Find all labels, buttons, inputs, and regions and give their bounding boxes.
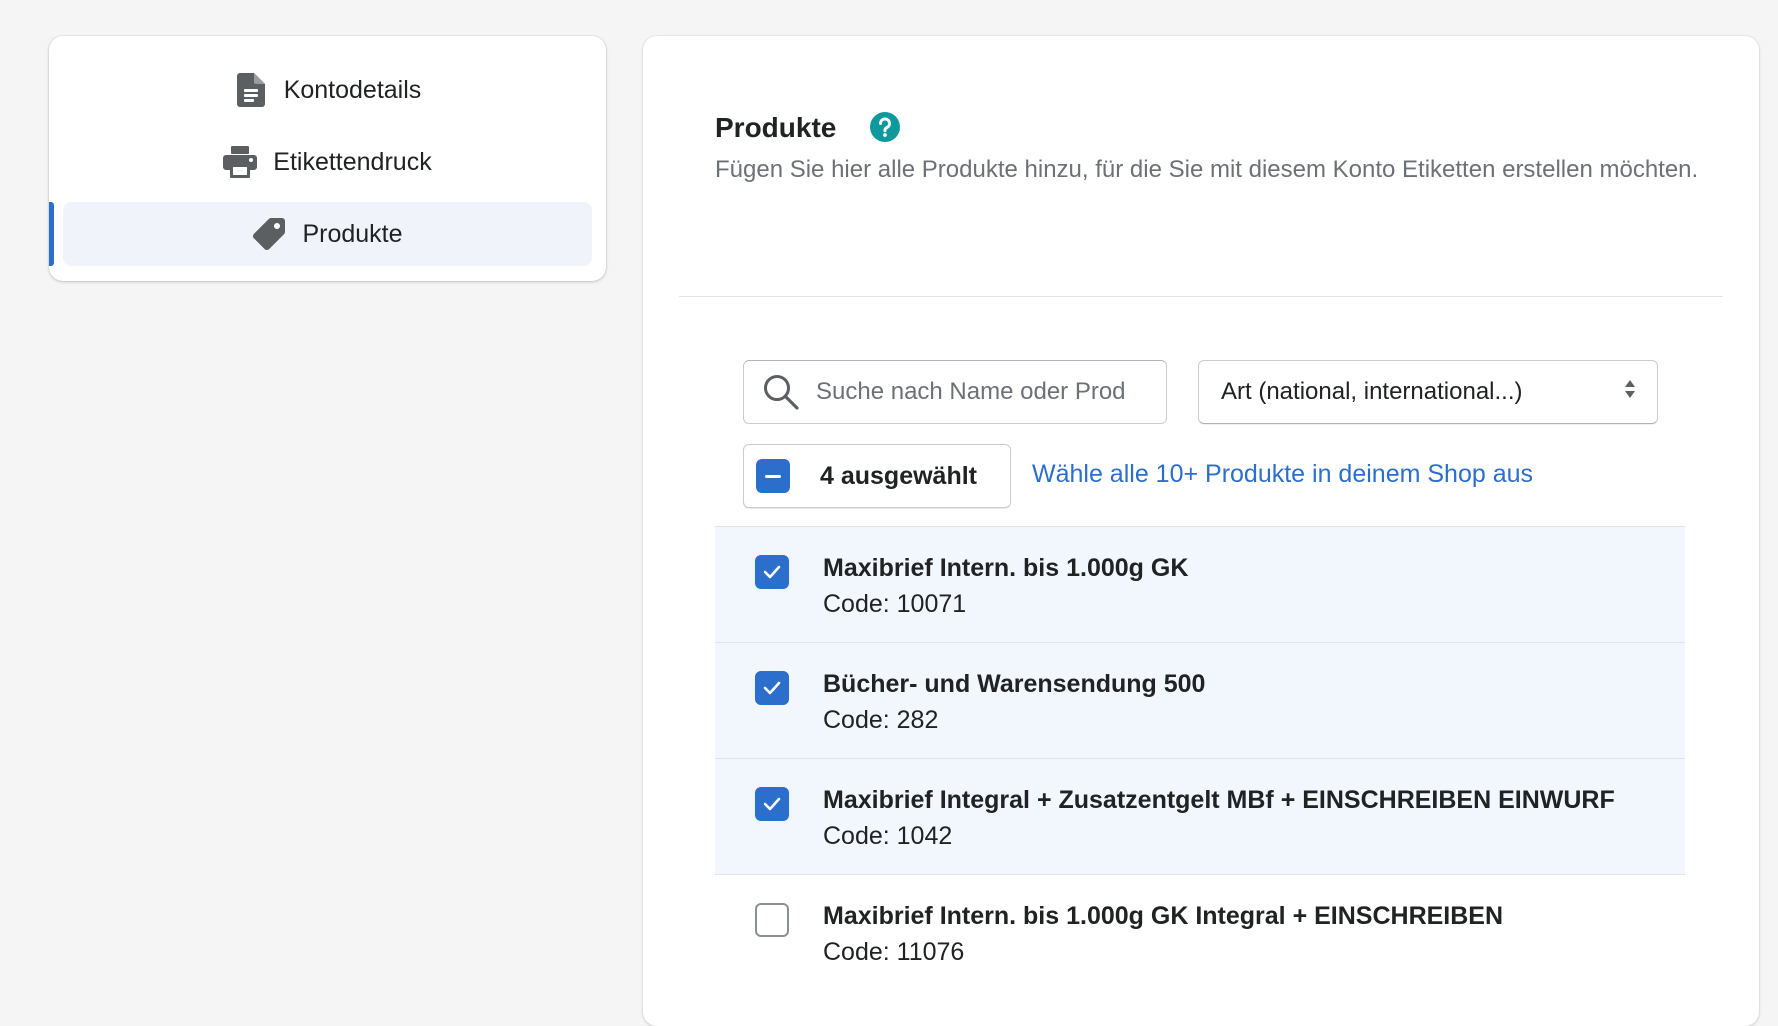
product-checkbox[interactable] bbox=[755, 787, 789, 821]
divider bbox=[679, 296, 1723, 297]
search-input[interactable] bbox=[814, 371, 1128, 413]
type-select-value: Art (national, international...) bbox=[1221, 378, 1523, 405]
product-row[interactable]: Maxibrief Intern. bis 1.000g GK Code: 10… bbox=[715, 526, 1685, 642]
product-code: Code: 11076 bbox=[823, 938, 965, 966]
nav-label: Produkte bbox=[302, 219, 403, 248]
product-name: Maxibrief Intern. bis 1.000g GK bbox=[823, 554, 1189, 582]
product-list: Maxibrief Intern. bis 1.000g GK Code: 10… bbox=[715, 526, 1685, 990]
product-checkbox[interactable] bbox=[755, 671, 789, 705]
settings-nav: Kontodetails Etikettendruck Produkte bbox=[49, 36, 606, 281]
bulk-select-button[interactable]: 4 ausgewählt bbox=[743, 444, 1011, 508]
search-icon bbox=[764, 375, 799, 410]
indeterminate-checkbox[interactable] bbox=[756, 459, 790, 493]
section-description: Fügen Sie hier alle Produkte hinzu, für … bbox=[715, 156, 1699, 183]
tag-icon bbox=[252, 217, 286, 251]
checkmark-icon bbox=[763, 797, 781, 811]
product-row[interactable]: Maxibrief Integral + Zusatzentgelt MBf +… bbox=[715, 758, 1685, 874]
select-arrows-icon bbox=[1623, 378, 1637, 407]
nav-item-produkte[interactable]: Produkte bbox=[63, 202, 592, 266]
nav-item-kontodetails[interactable]: Kontodetails bbox=[63, 58, 592, 122]
nav-label: Kontodetails bbox=[283, 75, 422, 104]
products-card: Produkte Fügen Sie hier alle Produkte hi… bbox=[643, 36, 1759, 1026]
nav-item-etikettendruck[interactable]: Etikettendruck bbox=[63, 130, 592, 194]
product-row[interactable]: Bücher- und Warensendung 500 Code: 282 bbox=[715, 642, 1685, 758]
product-code: Code: 10071 bbox=[823, 590, 967, 618]
search-field[interactable] bbox=[743, 360, 1167, 424]
product-code: Code: 282 bbox=[823, 706, 939, 734]
document-icon bbox=[234, 73, 268, 107]
select-all-link[interactable]: Wähle alle 10+ Produkte in deinem Shop a… bbox=[1032, 460, 1533, 489]
product-checkbox[interactable] bbox=[755, 903, 789, 937]
checkmark-icon bbox=[763, 565, 781, 579]
product-code: Code: 1042 bbox=[823, 822, 953, 850]
section-title: Produkte bbox=[715, 112, 837, 143]
type-select[interactable]: Art (national, international...) bbox=[1198, 360, 1658, 424]
product-name: Maxibrief Intern. bis 1.000g GK Integral… bbox=[823, 902, 1504, 930]
active-indicator bbox=[49, 202, 54, 266]
selected-count: 4 ausgewählt bbox=[820, 461, 977, 490]
product-name: Bücher- und Warensendung 500 bbox=[823, 670, 1206, 698]
product-checkbox[interactable] bbox=[755, 555, 789, 589]
question-circle-icon[interactable] bbox=[870, 112, 900, 142]
nav-label: Etikettendruck bbox=[273, 147, 432, 176]
product-name: Maxibrief Integral + Zusatzentgelt MBf +… bbox=[823, 786, 1615, 814]
product-row[interactable]: Maxibrief Intern. bis 1.000g GK Integral… bbox=[715, 874, 1685, 990]
printer-icon bbox=[223, 145, 258, 179]
checkmark-icon bbox=[763, 681, 781, 695]
